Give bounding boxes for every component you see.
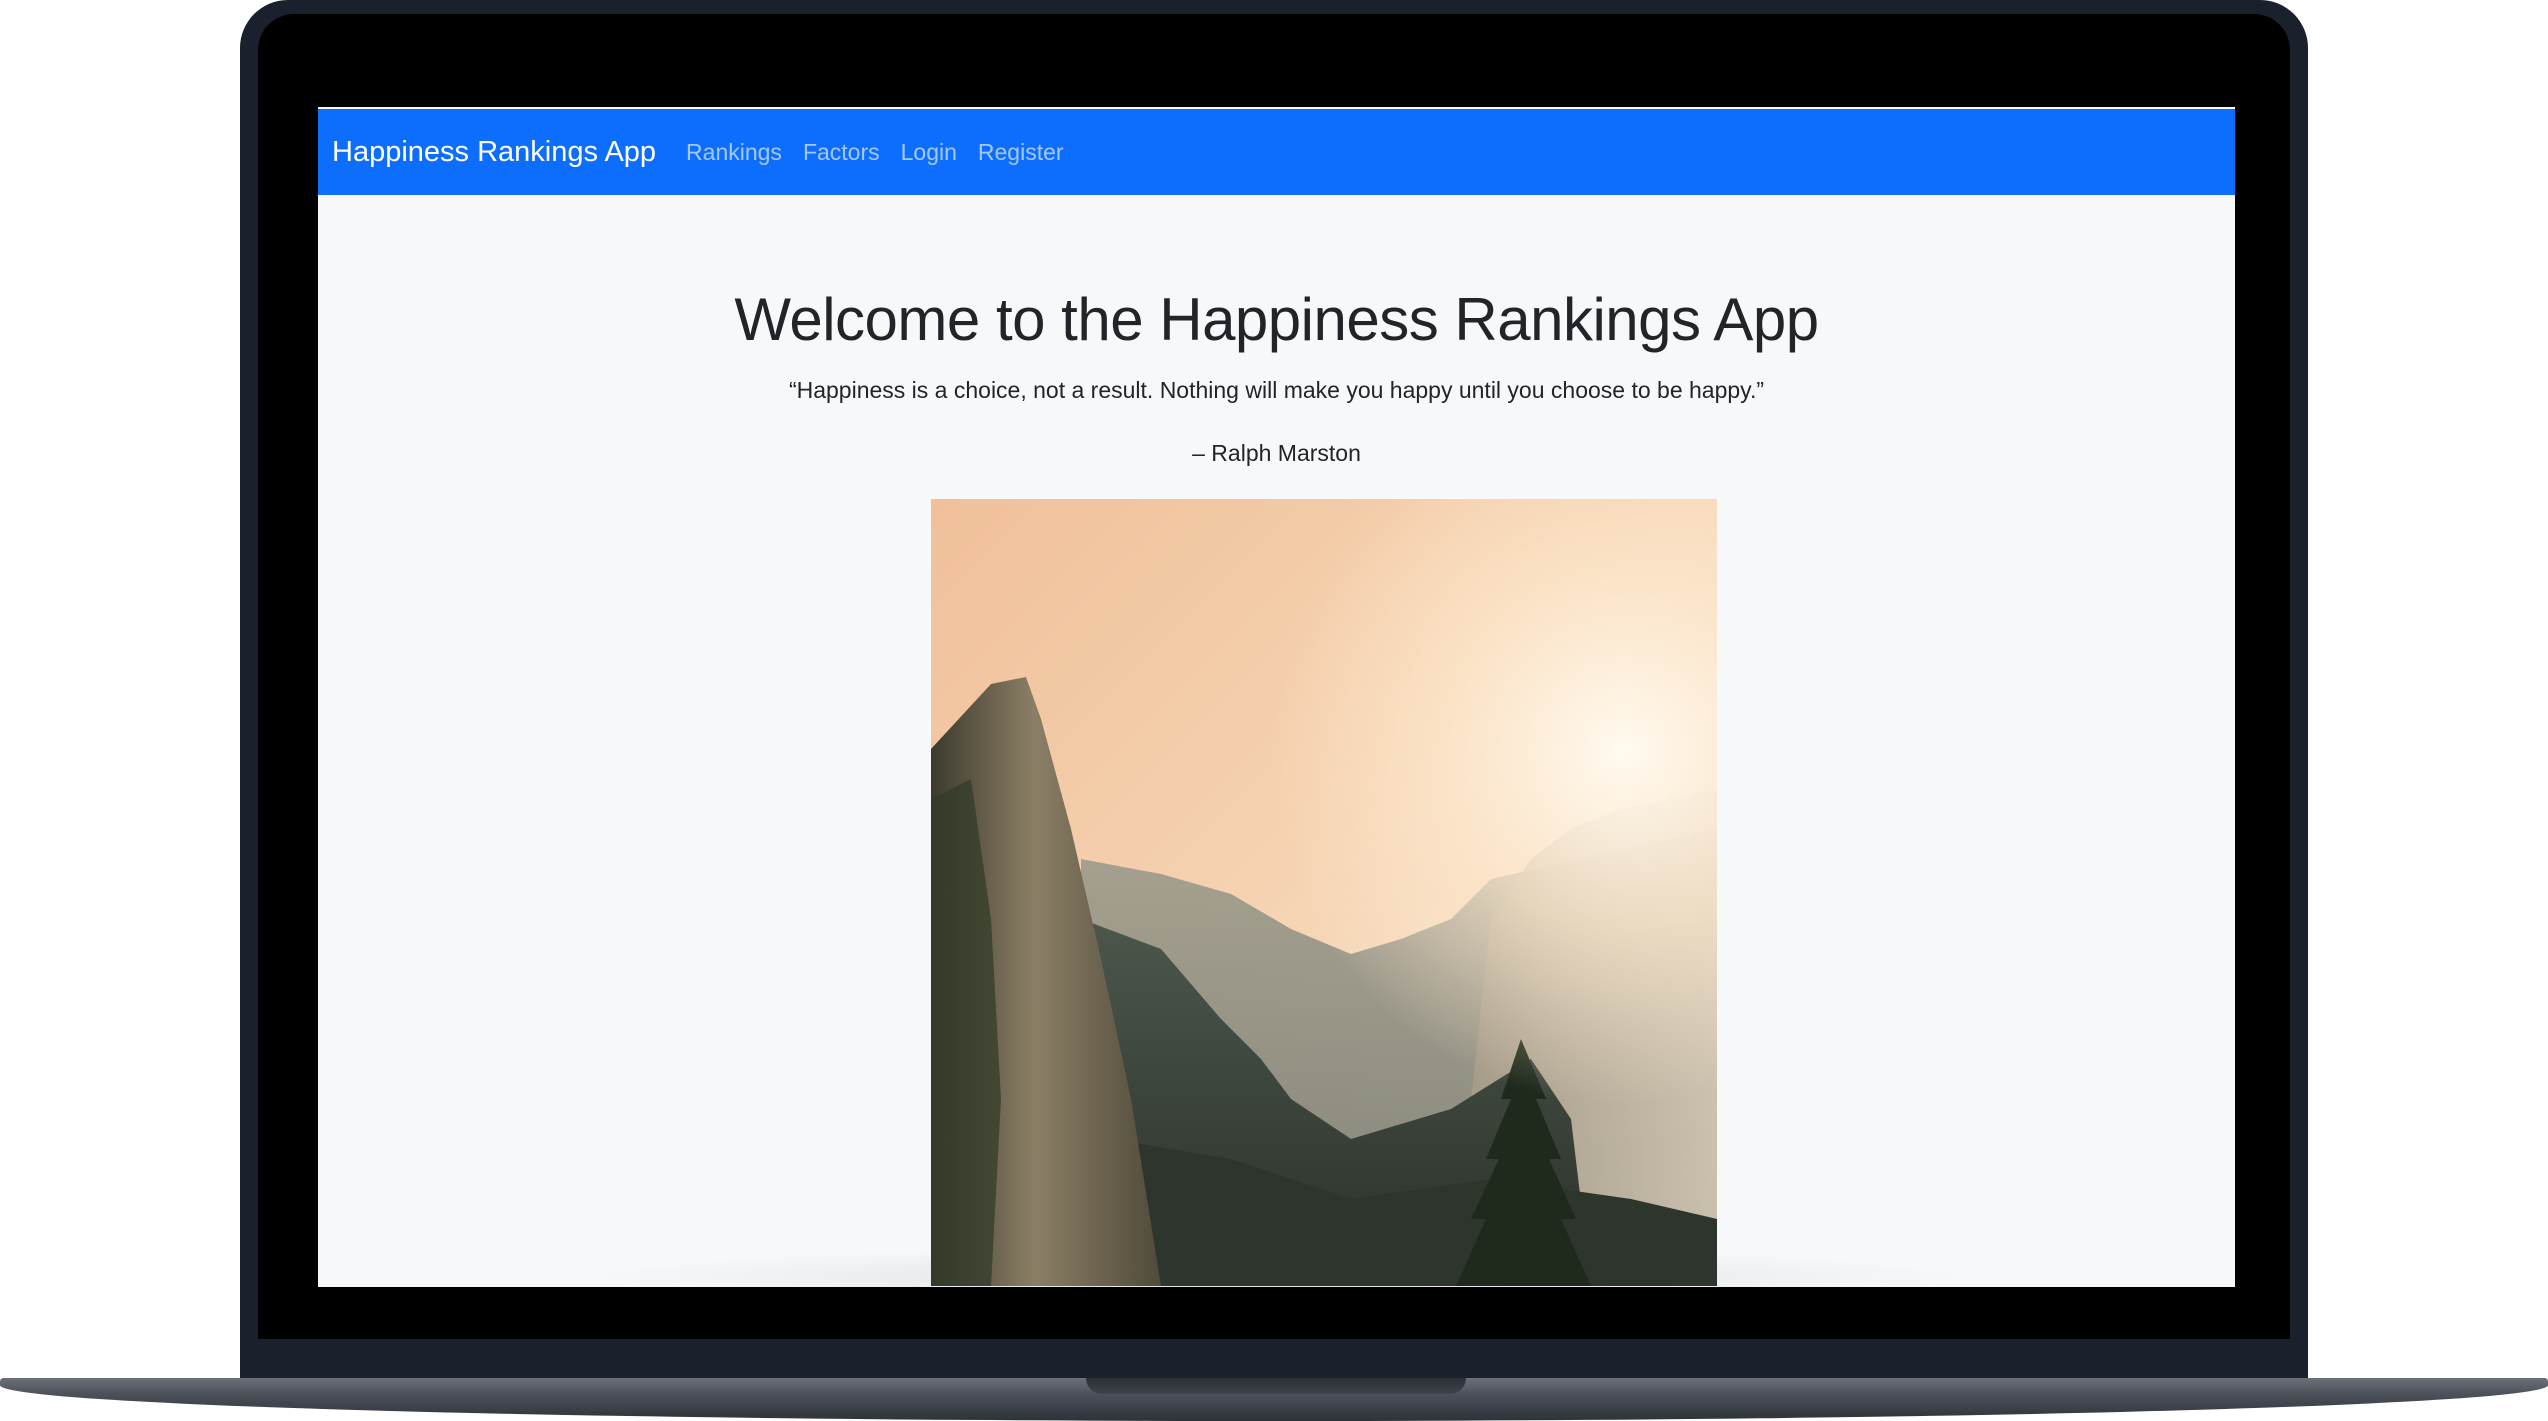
nav-link-rankings[interactable]: Rankings (686, 139, 782, 166)
laptop-hinge-notch (1086, 1378, 1466, 1394)
laptop-mockup: Happiness Rankings App Rankings Factors … (0, 0, 2548, 1421)
nav-link-login[interactable]: Login (901, 139, 957, 166)
navbar-brand[interactable]: Happiness Rankings App (332, 136, 656, 169)
quote-author: – Ralph Marston (1192, 440, 1361, 466)
hero-quote: “Happiness is a choice, not a result. No… (788, 377, 1765, 403)
browser-viewport: Happiness Rankings App Rankings Factors … (318, 107, 2235, 1287)
hero-image-mountain-valley (931, 499, 1717, 1286)
nav-link-register[interactable]: Register (978, 139, 1064, 166)
nav-link-factors[interactable]: Factors (803, 139, 880, 166)
top-navbar: Happiness Rankings App Rankings Factors … (318, 109, 2235, 195)
page-title: Welcome to the Happiness Rankings App (734, 286, 1819, 353)
